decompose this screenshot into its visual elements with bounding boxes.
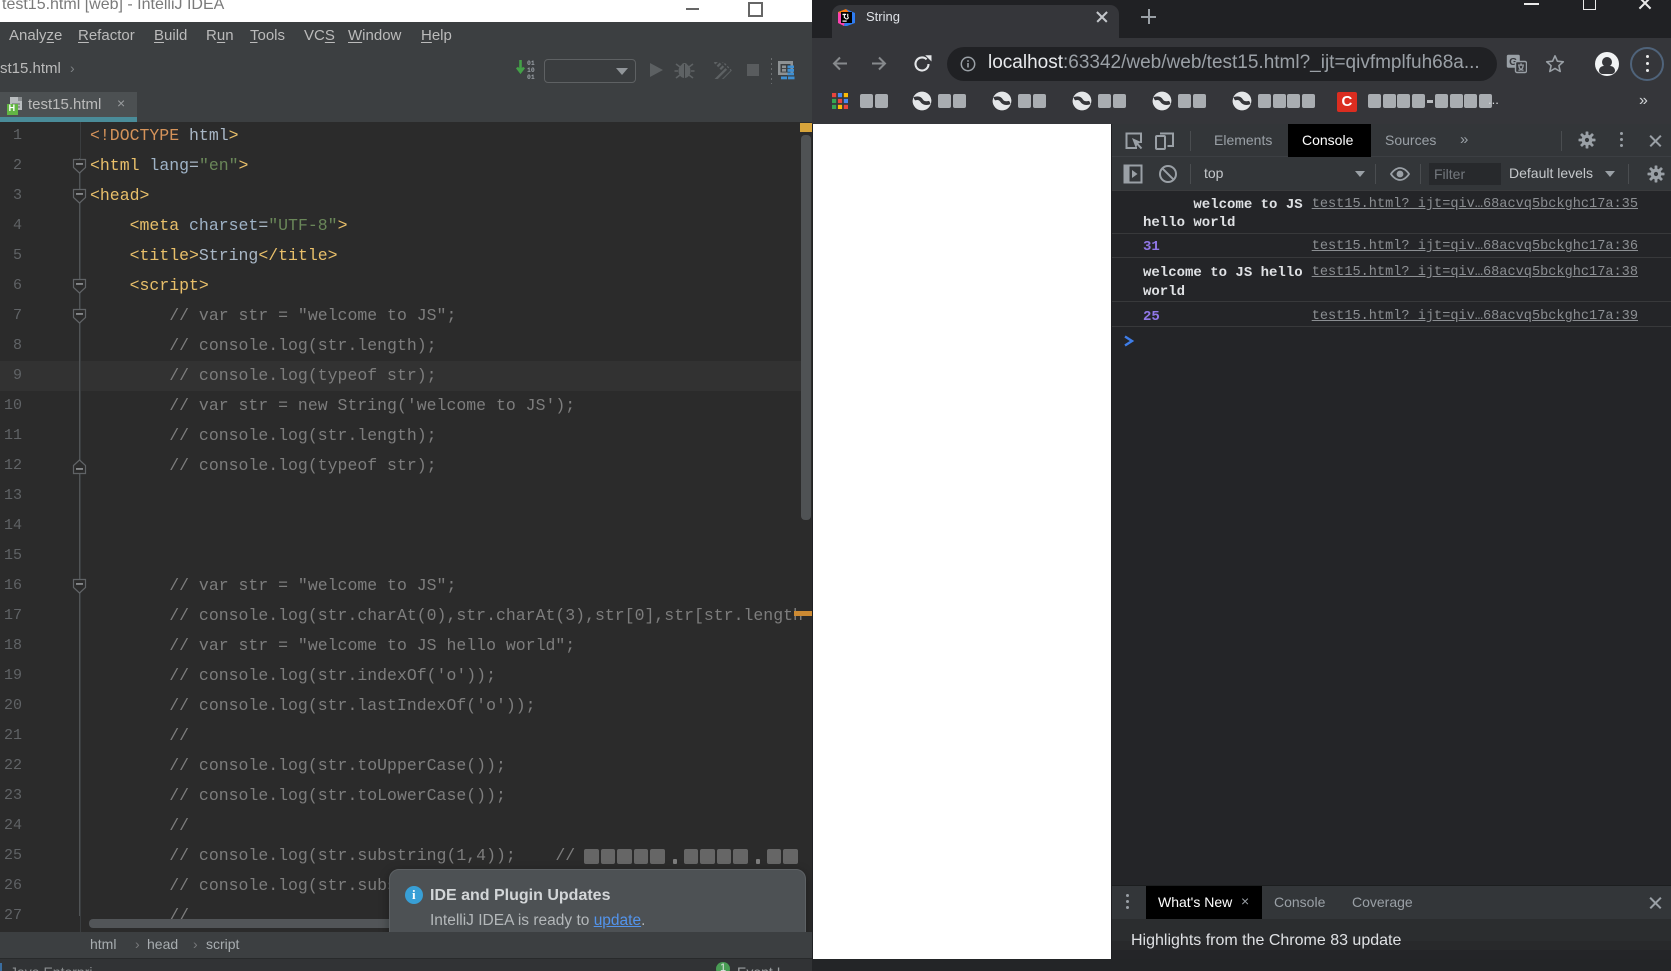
svg-text:10: 10 (527, 67, 535, 74)
svg-text:01: 01 (527, 60, 535, 67)
svg-text:01: 01 (527, 74, 535, 81)
